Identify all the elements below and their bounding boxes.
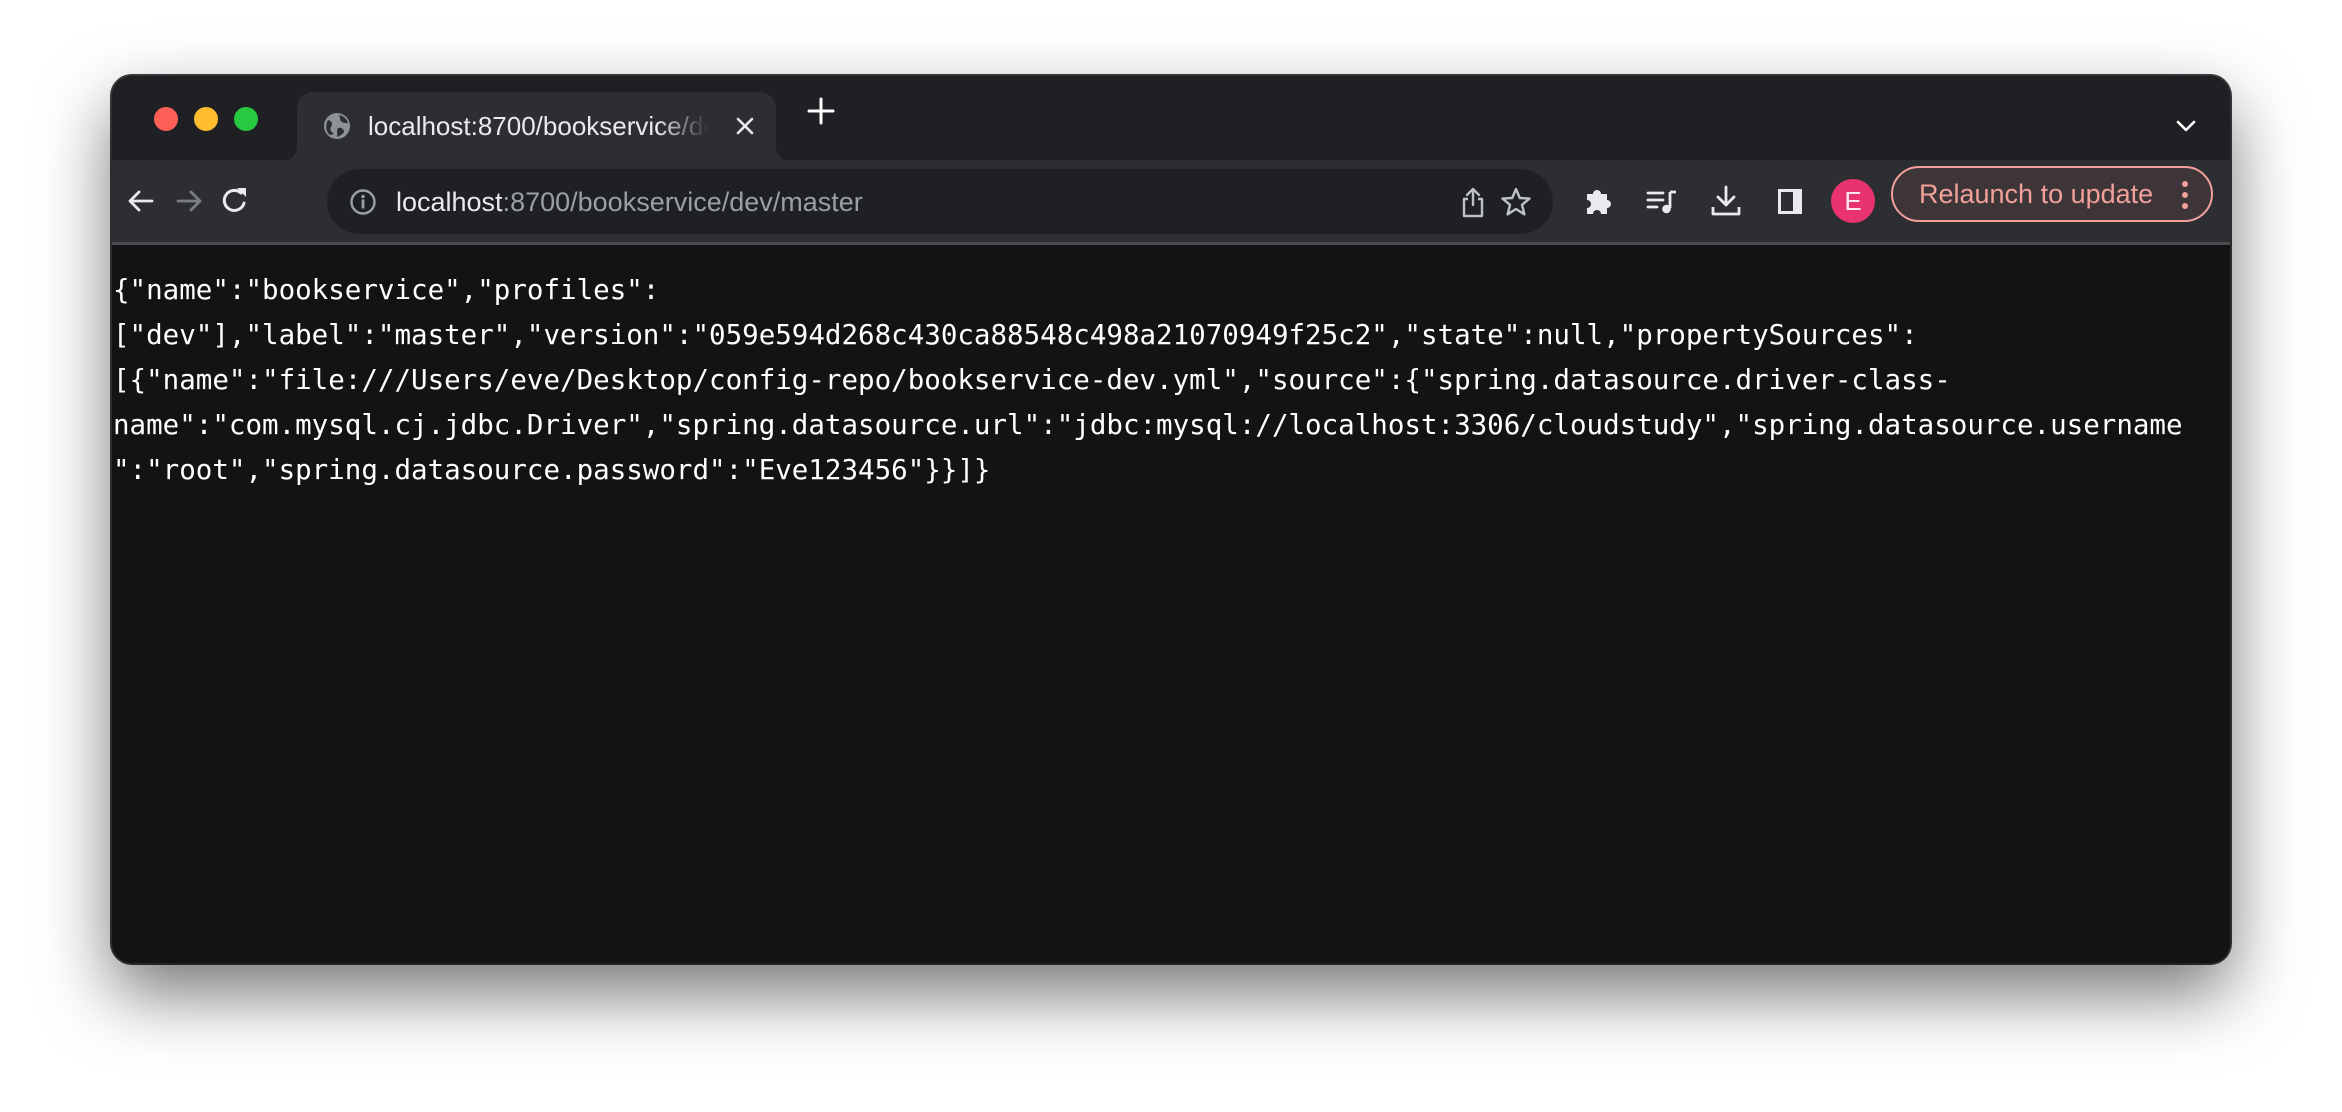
browser-window: localhost:8700/bookservice/dev/master: [112, 76, 2230, 963]
download-icon[interactable]: [1709, 184, 1743, 218]
window-close-button[interactable]: [154, 107, 178, 131]
tab-strip: localhost:8700/bookservice/dev/master: [112, 76, 2230, 162]
star-icon[interactable]: [1499, 185, 1533, 219]
profile-avatar[interactable]: E: [1831, 179, 1875, 223]
reload-icon[interactable]: [218, 184, 252, 218]
toolbar: localhost:8700/bookservice/dev/master E …: [112, 160, 2230, 245]
forward-icon[interactable]: [172, 184, 206, 218]
json-response-text: {"name":"bookservice","profiles": ["dev"…: [113, 274, 2183, 486]
tab-close-icon[interactable]: [733, 114, 757, 138]
share-icon[interactable]: [1458, 185, 1488, 219]
media-control-icon[interactable]: [1645, 184, 1679, 218]
globe-icon: [324, 113, 350, 139]
window-maximize-button[interactable]: [234, 107, 258, 131]
url-path: :8700/bookservice/dev/master: [502, 187, 863, 217]
relaunch-to-update-button[interactable]: Relaunch to update: [1891, 166, 2213, 222]
more-vert-icon[interactable]: [2180, 180, 2190, 210]
new-tab-icon[interactable]: [806, 96, 836, 126]
url-text[interactable]: localhost:8700/bookservice/dev/master: [396, 182, 863, 222]
side-panel-icon[interactable]: [1773, 184, 1807, 218]
tab-search-chevron-icon[interactable]: [2174, 116, 2198, 136]
url-host: localhost: [396, 187, 503, 217]
window-minimize-button[interactable]: [194, 107, 218, 131]
address-bar[interactable]: localhost:8700/bookservice/dev/master: [327, 169, 1553, 234]
page-content: {"name":"bookservice","profiles": ["dev"…: [112, 245, 2230, 963]
relaunch-label: Relaunch to update: [1919, 179, 2154, 209]
tab-title: localhost:8700/bookservice/dev/master: [368, 111, 708, 141]
active-tab[interactable]: localhost:8700/bookservice/dev/master: [297, 92, 776, 162]
back-icon[interactable]: [124, 184, 158, 218]
info-icon[interactable]: [349, 188, 377, 216]
extensions-icon[interactable]: [1581, 184, 1615, 218]
